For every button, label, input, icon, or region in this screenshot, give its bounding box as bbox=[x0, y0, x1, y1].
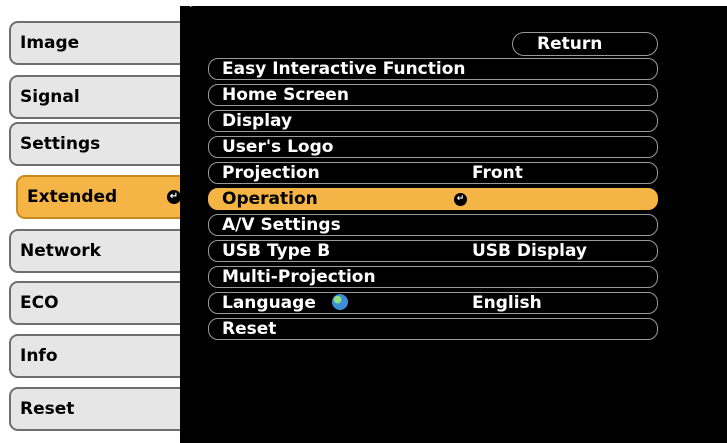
menu-item-label: Projection bbox=[222, 163, 320, 183]
menu-item-display[interactable]: Display bbox=[208, 110, 658, 132]
menu-item-users-logo[interactable]: User's Logo bbox=[208, 136, 658, 158]
menu-item-language[interactable]: Language English bbox=[208, 292, 658, 314]
menu-item-av-settings[interactable]: A/V Settings bbox=[208, 214, 658, 236]
menu-item-label: Reset bbox=[222, 319, 277, 339]
menu-item-easy-interactive-function[interactable]: Easy Interactive Function bbox=[208, 58, 658, 80]
sidebar-item-settings[interactable]: Settings bbox=[9, 122, 195, 166]
sidebar-item-image[interactable]: Image bbox=[9, 21, 195, 65]
menu-item-reset[interactable]: Reset bbox=[208, 318, 658, 340]
enter-icon: ↵ bbox=[167, 190, 181, 204]
sidebar-item-label: Image bbox=[20, 33, 80, 53]
sidebar-item-extended[interactable]: Extended ↵ bbox=[16, 175, 196, 219]
menu-item-label: Easy Interactive Function bbox=[222, 59, 466, 79]
enter-icon: ↵ bbox=[454, 193, 467, 206]
sidebar-item-label: Extended bbox=[27, 187, 118, 207]
menu-item-label: USB Type B bbox=[222, 241, 331, 261]
menu-item-value: English bbox=[472, 293, 542, 313]
menu-item-value: Front bbox=[472, 163, 523, 183]
menu-item-usb-type-b[interactable]: USB Type B USB Display bbox=[208, 240, 658, 262]
menu-item-label: User's Logo bbox=[222, 137, 334, 157]
return-button[interactable]: Return bbox=[512, 32, 658, 56]
menu-item-label: Operation bbox=[222, 189, 318, 209]
menu-item-label: Home Screen bbox=[222, 85, 349, 105]
sidebar-item-info[interactable]: Info bbox=[9, 334, 195, 378]
sidebar: Image Signal Settings Extended ↵ Network… bbox=[0, 0, 196, 443]
sidebar-item-label: Network bbox=[20, 241, 101, 261]
menu-item-label: A/V Settings bbox=[222, 215, 341, 235]
globe-icon bbox=[331, 294, 348, 310]
menu-item-operation[interactable]: Operation ↵ bbox=[208, 188, 658, 210]
sidebar-item-label: Settings bbox=[20, 134, 101, 154]
menu-item-label: Multi-Projection bbox=[222, 267, 376, 287]
sidebar-item-eco[interactable]: ECO bbox=[9, 281, 195, 325]
sidebar-item-reset[interactable]: Reset bbox=[9, 387, 195, 431]
sidebar-item-label: Info bbox=[20, 346, 58, 366]
sidebar-item-label: Reset bbox=[20, 399, 75, 419]
menu-item-home-screen[interactable]: Home Screen bbox=[208, 84, 658, 106]
sidebar-item-signal[interactable]: Signal bbox=[9, 75, 195, 119]
sidebar-item-label: ECO bbox=[20, 293, 59, 313]
menu-item-value: USB Display bbox=[472, 241, 588, 261]
menu-item-projection[interactable]: Projection Front bbox=[208, 162, 658, 184]
menu-item-label: Language bbox=[222, 293, 316, 313]
sidebar-item-network[interactable]: Network bbox=[9, 229, 195, 273]
menu-item-multi-projection[interactable]: Multi-Projection bbox=[208, 266, 658, 288]
sidebar-item-label: Signal bbox=[20, 87, 80, 107]
menu-item-label: Display bbox=[222, 111, 293, 131]
